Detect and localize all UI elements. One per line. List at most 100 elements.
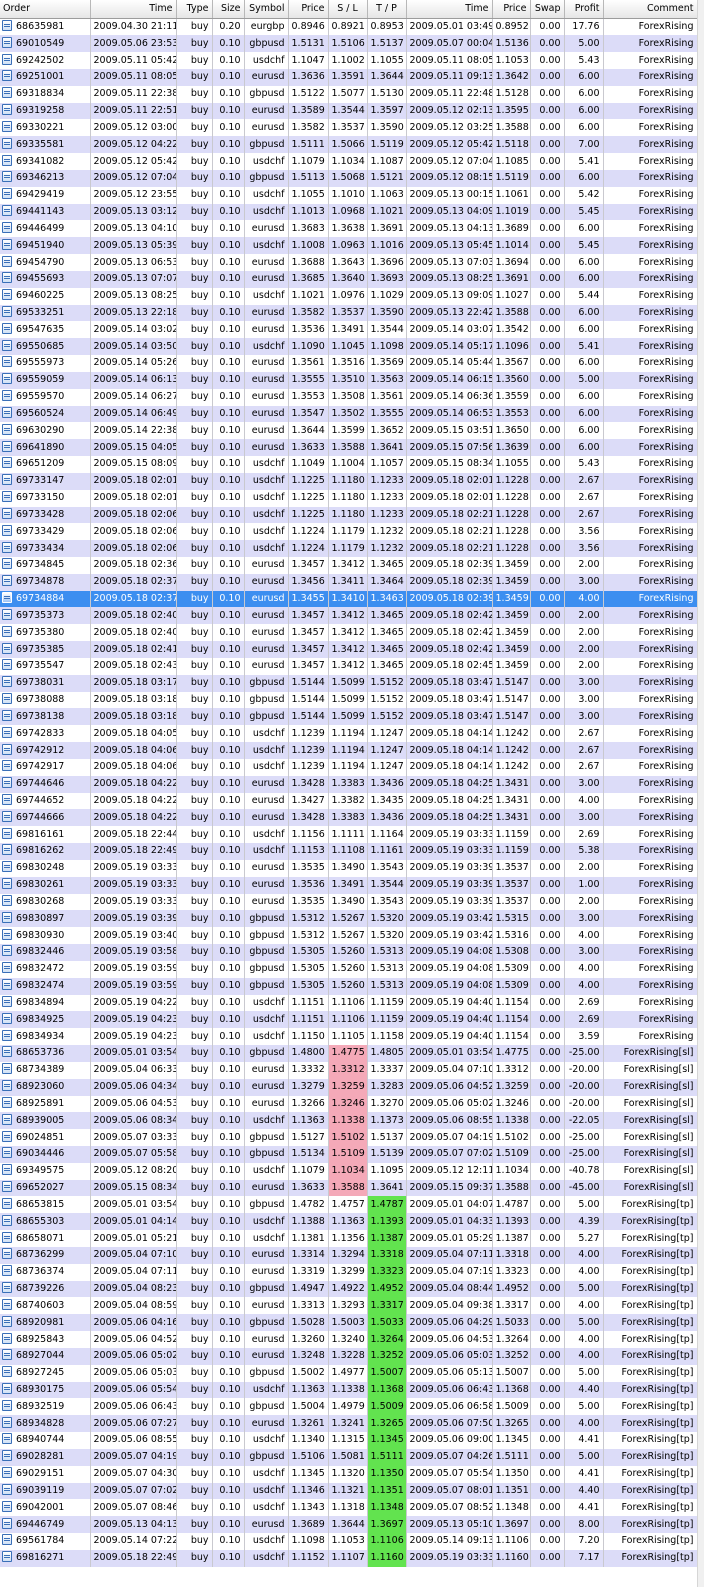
table-row[interactable]: 68932519 2009.05.06 06:43 buy 0.10 gbpusd 1.5… (0, 1398, 698, 1416)
table-row[interactable]: 68925843 2009.05.06 04:52 buy 0.10 eurusd 1.3… (0, 1331, 698, 1348)
table-row[interactable]: 69028281 2009.05.07 04:19 buy 0.10 gbpusd 1.5… (0, 1448, 698, 1466)
table-row[interactable]: 69830930 2009.05.19 03:40 buy 0.10 gbpusd 1.5… (0, 927, 698, 945)
column-header-profit[interactable]: Profit (564, 0, 604, 19)
table-row[interactable]: 68734389 2009.05.04 06:33 buy 0.10 eurusd 1.3… (0, 1061, 698, 1079)
table-row[interactable]: 69832474 2009.05.19 03:59 buy 0.10 gbpusd 1.5… (0, 977, 698, 995)
table-row[interactable]: 69816271 2009.05.18 22:49 buy 0.10 usdchf 1.1… (0, 1549, 698, 1567)
table-row[interactable]: 69454790 2009.05.13 06:53 buy 0.10 eurusd 1.3… (0, 254, 698, 271)
column-header-price[interactable]: Price (288, 0, 329, 19)
table-row[interactable]: 69024851 2009.05.07 03:33 buy 0.10 gbpusd 1.5… (0, 1129, 698, 1146)
table-row[interactable]: 69455693 2009.05.13 07:07 buy 0.10 eurusd 1.3… (0, 270, 698, 288)
table-row[interactable]: 69319258 2009.05.11 22:51 buy 0.10 eurusd 1.3… (0, 102, 698, 120)
table-row[interactable]: 69830248 2009.05.19 03:33 buy 0.10 eurusd 1.3… (0, 859, 698, 877)
table-row[interactable]: 68923060 2009.05.06 04:34 buy 0.10 eurusd 1.3… (0, 1078, 698, 1096)
table-row[interactable]: 68653736 2009.05.01 03:54 buy 0.10 gbpusd 1.4… (0, 1045, 698, 1062)
table-row[interactable]: 69441143 2009.05.13 03:12 buy 0.10 usdchf 1.1… (0, 203, 698, 221)
table-row[interactable]: 69641890 2009.05.15 04:05 buy 0.10 eurusd 1.3… (0, 439, 698, 457)
table-row[interactable]: 69830897 2009.05.19 03:39 buy 0.10 gbpusd 1.5… (0, 910, 698, 928)
table-row[interactable]: 69341082 2009.05.12 05:42 buy 0.10 usdchf 1.1… (0, 153, 698, 170)
table-row[interactable]: 68920981 2009.05.06 04:16 buy 0.10 gbpusd 1.5… (0, 1314, 698, 1332)
table-row[interactable]: 68940744 2009.05.06 08:55 buy 0.10 usdchf 1.1… (0, 1432, 698, 1449)
table-row[interactable]: 69446499 2009.05.13 04:10 buy 0.10 eurusd 1.3… (0, 220, 698, 238)
table-row[interactable]: 68939005 2009.05.06 08:34 buy 0.10 usdchf 1.1… (0, 1112, 698, 1130)
table-row[interactable]: 69735373 2009.05.18 02:40 buy 0.10 eurusd 1.3… (0, 607, 698, 625)
table-row[interactable]: 69734884 2009.05.18 02:37 buy 0.10 eurusd 1.3… (0, 590, 698, 608)
table-row[interactable]: 69318834 2009.05.11 22:38 buy 0.10 gbpusd 1.5… (0, 85, 698, 103)
table-row[interactable]: 69533251 2009.05.13 22:18 buy 0.10 eurusd 1.3… (0, 304, 698, 322)
table-row[interactable]: 69349575 2009.05.12 08:20 buy 0.10 usdchf 1.1… (0, 1162, 698, 1180)
table-row[interactable]: 69742912 2009.05.18 04:06 buy 0.10 usdchf 1.1… (0, 742, 698, 759)
table-row[interactable]: 69733150 2009.05.18 02:01 buy 0.10 usdchf 1.1… (0, 489, 698, 507)
table-row[interactable]: 69561784 2009.05.14 07:22 buy 0.10 usdchf 1.1… (0, 1533, 698, 1550)
table-row[interactable]: 69559059 2009.05.14 06:13 buy 0.10 eurusd 1.3… (0, 371, 698, 389)
table-row[interactable]: 69834925 2009.05.19 04:23 buy 0.10 usdchf 1.1… (0, 1011, 698, 1029)
column-header-type[interactable]: Type (176, 0, 213, 19)
table-row[interactable]: 69735547 2009.05.18 02:43 buy 0.10 eurusd 1.3… (0, 657, 698, 675)
table-row[interactable]: 69832446 2009.05.19 03:58 buy 0.10 gbpusd 1.5… (0, 944, 698, 961)
table-row[interactable]: 69330221 2009.05.12 03:00 buy 0.10 eurusd 1.3… (0, 119, 698, 137)
table-row[interactable]: 69242502 2009.05.11 05:42 buy 0.10 usdchf 1.1… (0, 52, 698, 69)
table-row[interactable]: 69744646 2009.05.18 04:22 buy 0.10 eurusd 1.3… (0, 775, 698, 793)
table-row[interactable]: 68927044 2009.05.06 05:02 buy 0.10 eurusd 1.3… (0, 1347, 698, 1365)
table-row[interactable]: 69742833 2009.05.18 04:05 buy 0.10 usdchf 1.1… (0, 725, 698, 743)
table-row[interactable]: 69733434 2009.05.18 02:06 buy 0.10 usdchf 1.1… (0, 540, 698, 557)
column-header-swap[interactable]: Swap (530, 0, 565, 19)
table-row[interactable]: 68739226 2009.05.04 08:23 buy 0.10 gbpusd 1.4… (0, 1280, 698, 1298)
table-row[interactable]: 68635981 2009.04.30 21:11 buy 0.20 eurgbp 0.8… (0, 18, 698, 36)
table-row[interactable]: 68930175 2009.05.06 05:54 buy 0.10 usdchf 1.1… (0, 1381, 698, 1399)
table-row[interactable]: 69735380 2009.05.18 02:40 buy 0.10 eurusd 1.3… (0, 624, 698, 642)
table-row[interactable]: 69460225 2009.05.13 08:25 buy 0.10 usdchf 1.1… (0, 287, 698, 305)
table-row[interactable]: 68653815 2009.05.01 03:54 buy 0.10 gbpusd 1.4… (0, 1196, 698, 1214)
table-row[interactable]: 69555973 2009.05.14 05:26 buy 0.10 eurusd 1.3… (0, 355, 698, 372)
table-row[interactable]: 69830261 2009.05.19 03:33 buy 0.10 eurusd 1.3… (0, 876, 698, 894)
table-row[interactable]: 69630290 2009.05.14 22:38 buy 0.10 eurusd 1.3… (0, 422, 698, 440)
table-row[interactable]: 68927245 2009.05.06 05:03 buy 0.10 gbpusd 1.5… (0, 1364, 698, 1382)
column-header-order[interactable]: Order (0, 0, 91, 19)
table-row[interactable]: 69744652 2009.05.18 04:22 buy 0.10 eurusd 1.3… (0, 792, 698, 810)
table-row[interactable]: 68736374 2009.05.04 07:11 buy 0.10 eurusd 1.3… (0, 1263, 698, 1281)
table-row[interactable]: 69816161 2009.05.18 22:44 buy 0.10 usdchf 1.1… (0, 826, 698, 844)
table-row[interactable]: 69550685 2009.05.14 03:50 buy 0.10 usdchf 1.1… (0, 338, 698, 356)
table-row[interactable]: 69834934 2009.05.19 04:23 buy 0.10 usdchf 1.1… (0, 1028, 698, 1046)
table-row[interactable]: 69830268 2009.05.19 03:33 buy 0.10 eurusd 1.3… (0, 893, 698, 911)
column-header-take-profit[interactable]: T / P (367, 0, 407, 19)
table-row[interactable]: 69733428 2009.05.18 02:06 buy 0.10 usdchf 1.1… (0, 506, 698, 524)
table-row[interactable]: 69034446 2009.05.07 05:58 buy 0.10 gbpusd 1.5… (0, 1145, 698, 1163)
table-row[interactable]: 69446749 2009.05.13 04:13 buy 0.10 eurusd 1.3… (0, 1516, 698, 1534)
table-row[interactable]: 69735385 2009.05.18 02:41 buy 0.10 eurusd 1.3… (0, 641, 698, 658)
table-row[interactable]: 69029151 2009.05.07 04:30 buy 0.10 usdchf 1.1… (0, 1465, 698, 1483)
table-row[interactable]: 68658071 2009.05.01 05:21 buy 0.10 usdchf 1.1… (0, 1230, 698, 1247)
column-header-time[interactable]: Time (90, 0, 177, 19)
table-row[interactable]: 69547635 2009.05.14 03:02 buy 0.10 eurusd 1.3… (0, 321, 698, 339)
table-row[interactable]: 69738031 2009.05.18 03:17 buy 0.10 gbpusd 1.5… (0, 674, 698, 692)
column-header-stop-loss[interactable]: S / L (328, 0, 368, 19)
table-row[interactable]: 69733147 2009.05.18 02:01 buy 0.10 usdchf 1.1… (0, 472, 698, 490)
table-row[interactable]: 68925891 2009.05.06 04:53 buy 0.10 eurusd 1.3… (0, 1095, 698, 1113)
table-row[interactable]: 69734845 2009.05.18 02:36 buy 0.10 eurusd 1.3… (0, 557, 698, 574)
table-row[interactable]: 69039119 2009.05.07 07:02 buy 0.10 usdchf 1.1… (0, 1482, 698, 1500)
table-row[interactable]: 69733429 2009.05.18 02:06 buy 0.10 usdchf 1.1… (0, 523, 698, 541)
table-row[interactable]: 69651209 2009.05.15 08:09 buy 0.10 usdchf 1.1… (0, 456, 698, 473)
vertical-scrollbar[interactable] (697, 0, 704, 1587)
table-row[interactable]: 69560524 2009.05.14 06:49 buy 0.10 eurusd 1.3… (0, 405, 698, 423)
table-row[interactable]: 69042001 2009.05.07 08:46 buy 0.10 usdchf 1.1… (0, 1499, 698, 1517)
table-row[interactable]: 69816262 2009.05.18 22:49 buy 0.10 usdchf 1.1… (0, 843, 698, 860)
table-row[interactable]: 69346213 2009.05.12 07:04 buy 0.10 gbpusd 1.5… (0, 169, 698, 187)
column-header-symbol[interactable]: Symbol (244, 0, 289, 19)
table-row[interactable]: 69010549 2009.05.06 23:53 buy 0.10 gbpusd 1.5… (0, 35, 698, 53)
table-row[interactable]: 69744666 2009.05.18 04:22 buy 0.10 eurusd 1.3… (0, 809, 698, 827)
table-row[interactable]: 68934828 2009.05.06 07:27 buy 0.10 eurusd 1.3… (0, 1415, 698, 1433)
table-row[interactable]: 69251001 2009.05.11 08:05 buy 0.10 eurusd 1.3… (0, 68, 698, 86)
table-row[interactable]: 69451940 2009.05.13 05:39 buy 0.10 usdchf 1.1… (0, 237, 698, 255)
column-header-size[interactable]: Size (212, 0, 245, 19)
table-row[interactable]: 69832472 2009.05.19 03:59 buy 0.10 gbpusd 1.5… (0, 960, 698, 978)
table-row[interactable]: 69742917 2009.05.18 04:06 buy 0.10 usdchf 1.1… (0, 758, 698, 776)
table-row[interactable]: 69429419 2009.05.12 23:55 buy 0.10 usdchf 1.1… (0, 186, 698, 204)
column-header-close-time[interactable]: Time (406, 0, 493, 19)
table-row[interactable]: 68655303 2009.05.01 04:14 buy 0.10 usdchf 1.1… (0, 1213, 698, 1231)
column-header-comment[interactable]: Comment (603, 0, 698, 19)
table-row[interactable]: 68736299 2009.05.04 07:10 buy 0.10 eurusd 1.3… (0, 1246, 698, 1264)
table-row[interactable]: 69738088 2009.05.18 03:18 buy 0.10 gbpusd 1.5… (0, 691, 698, 709)
table-row[interactable]: 69559570 2009.05.14 06:27 buy 0.10 eurusd 1.3… (0, 388, 698, 406)
table-row[interactable]: 69738138 2009.05.18 03:18 buy 0.10 gbpusd 1.5… (0, 708, 698, 726)
